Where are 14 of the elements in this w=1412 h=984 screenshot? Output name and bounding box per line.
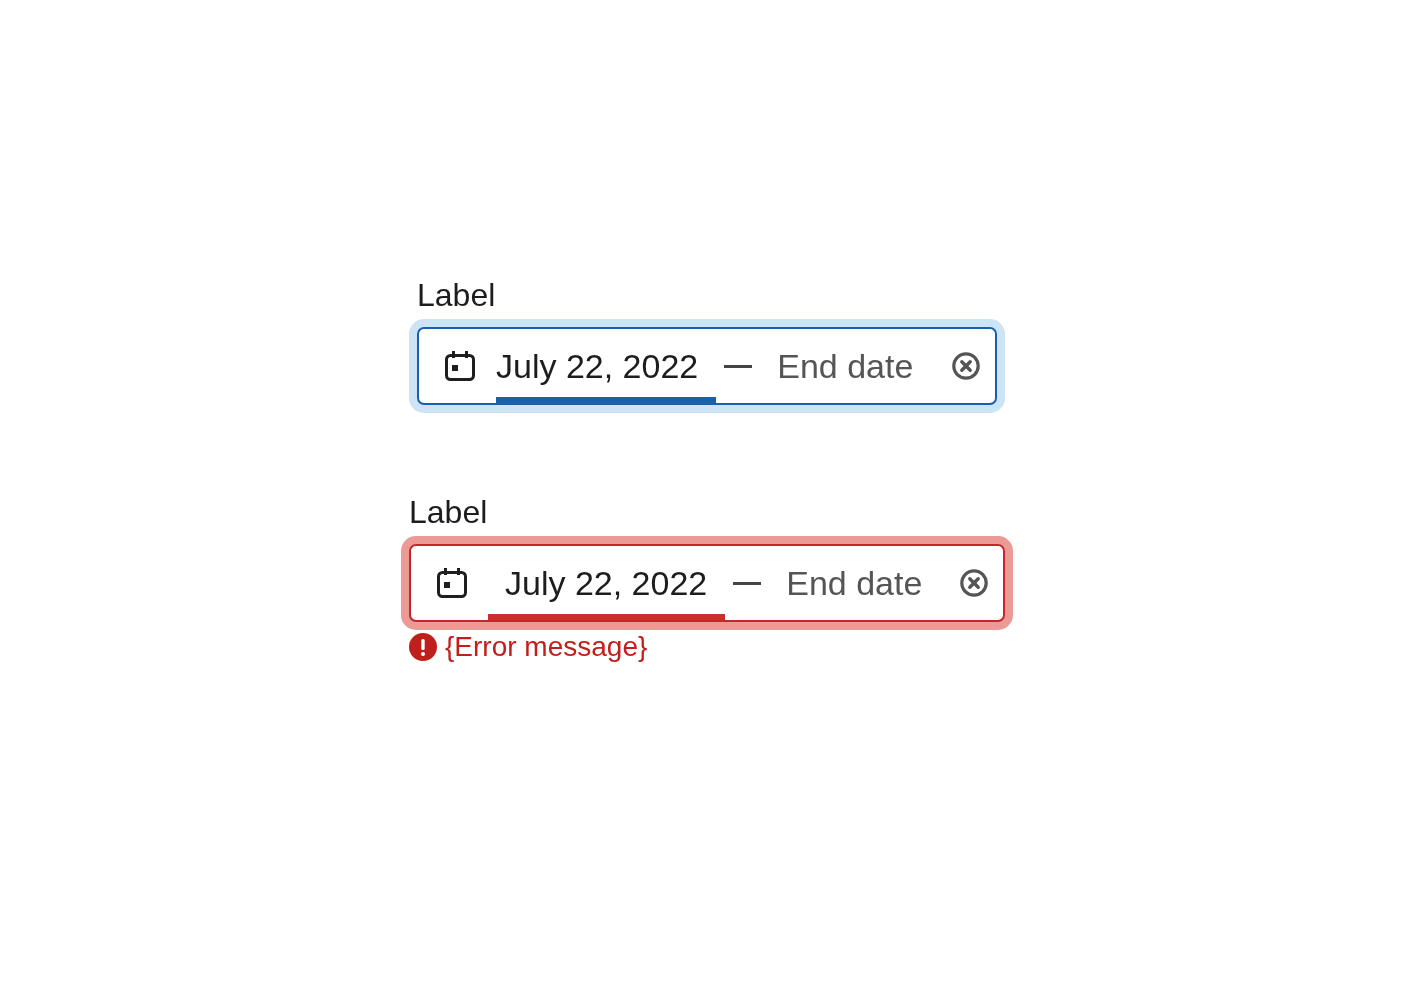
end-date-field[interactable]: End date xyxy=(786,546,923,620)
error-icon xyxy=(409,633,437,661)
dash-icon xyxy=(724,364,753,368)
start-date-field[interactable]: July 22, 2022 xyxy=(496,329,717,403)
clear-icon[interactable] xyxy=(960,569,988,597)
error-message: {Error message} xyxy=(445,631,648,663)
end-date-field[interactable]: End date xyxy=(777,329,914,403)
calendar-icon xyxy=(444,350,476,382)
clear-icon[interactable] xyxy=(952,352,980,380)
calendar-icon xyxy=(436,567,468,599)
field-label: Label xyxy=(417,276,496,314)
start-date-field[interactable]: July 22, 2022 xyxy=(488,546,726,620)
dash-icon xyxy=(733,581,762,585)
field-label: Label xyxy=(409,493,488,531)
